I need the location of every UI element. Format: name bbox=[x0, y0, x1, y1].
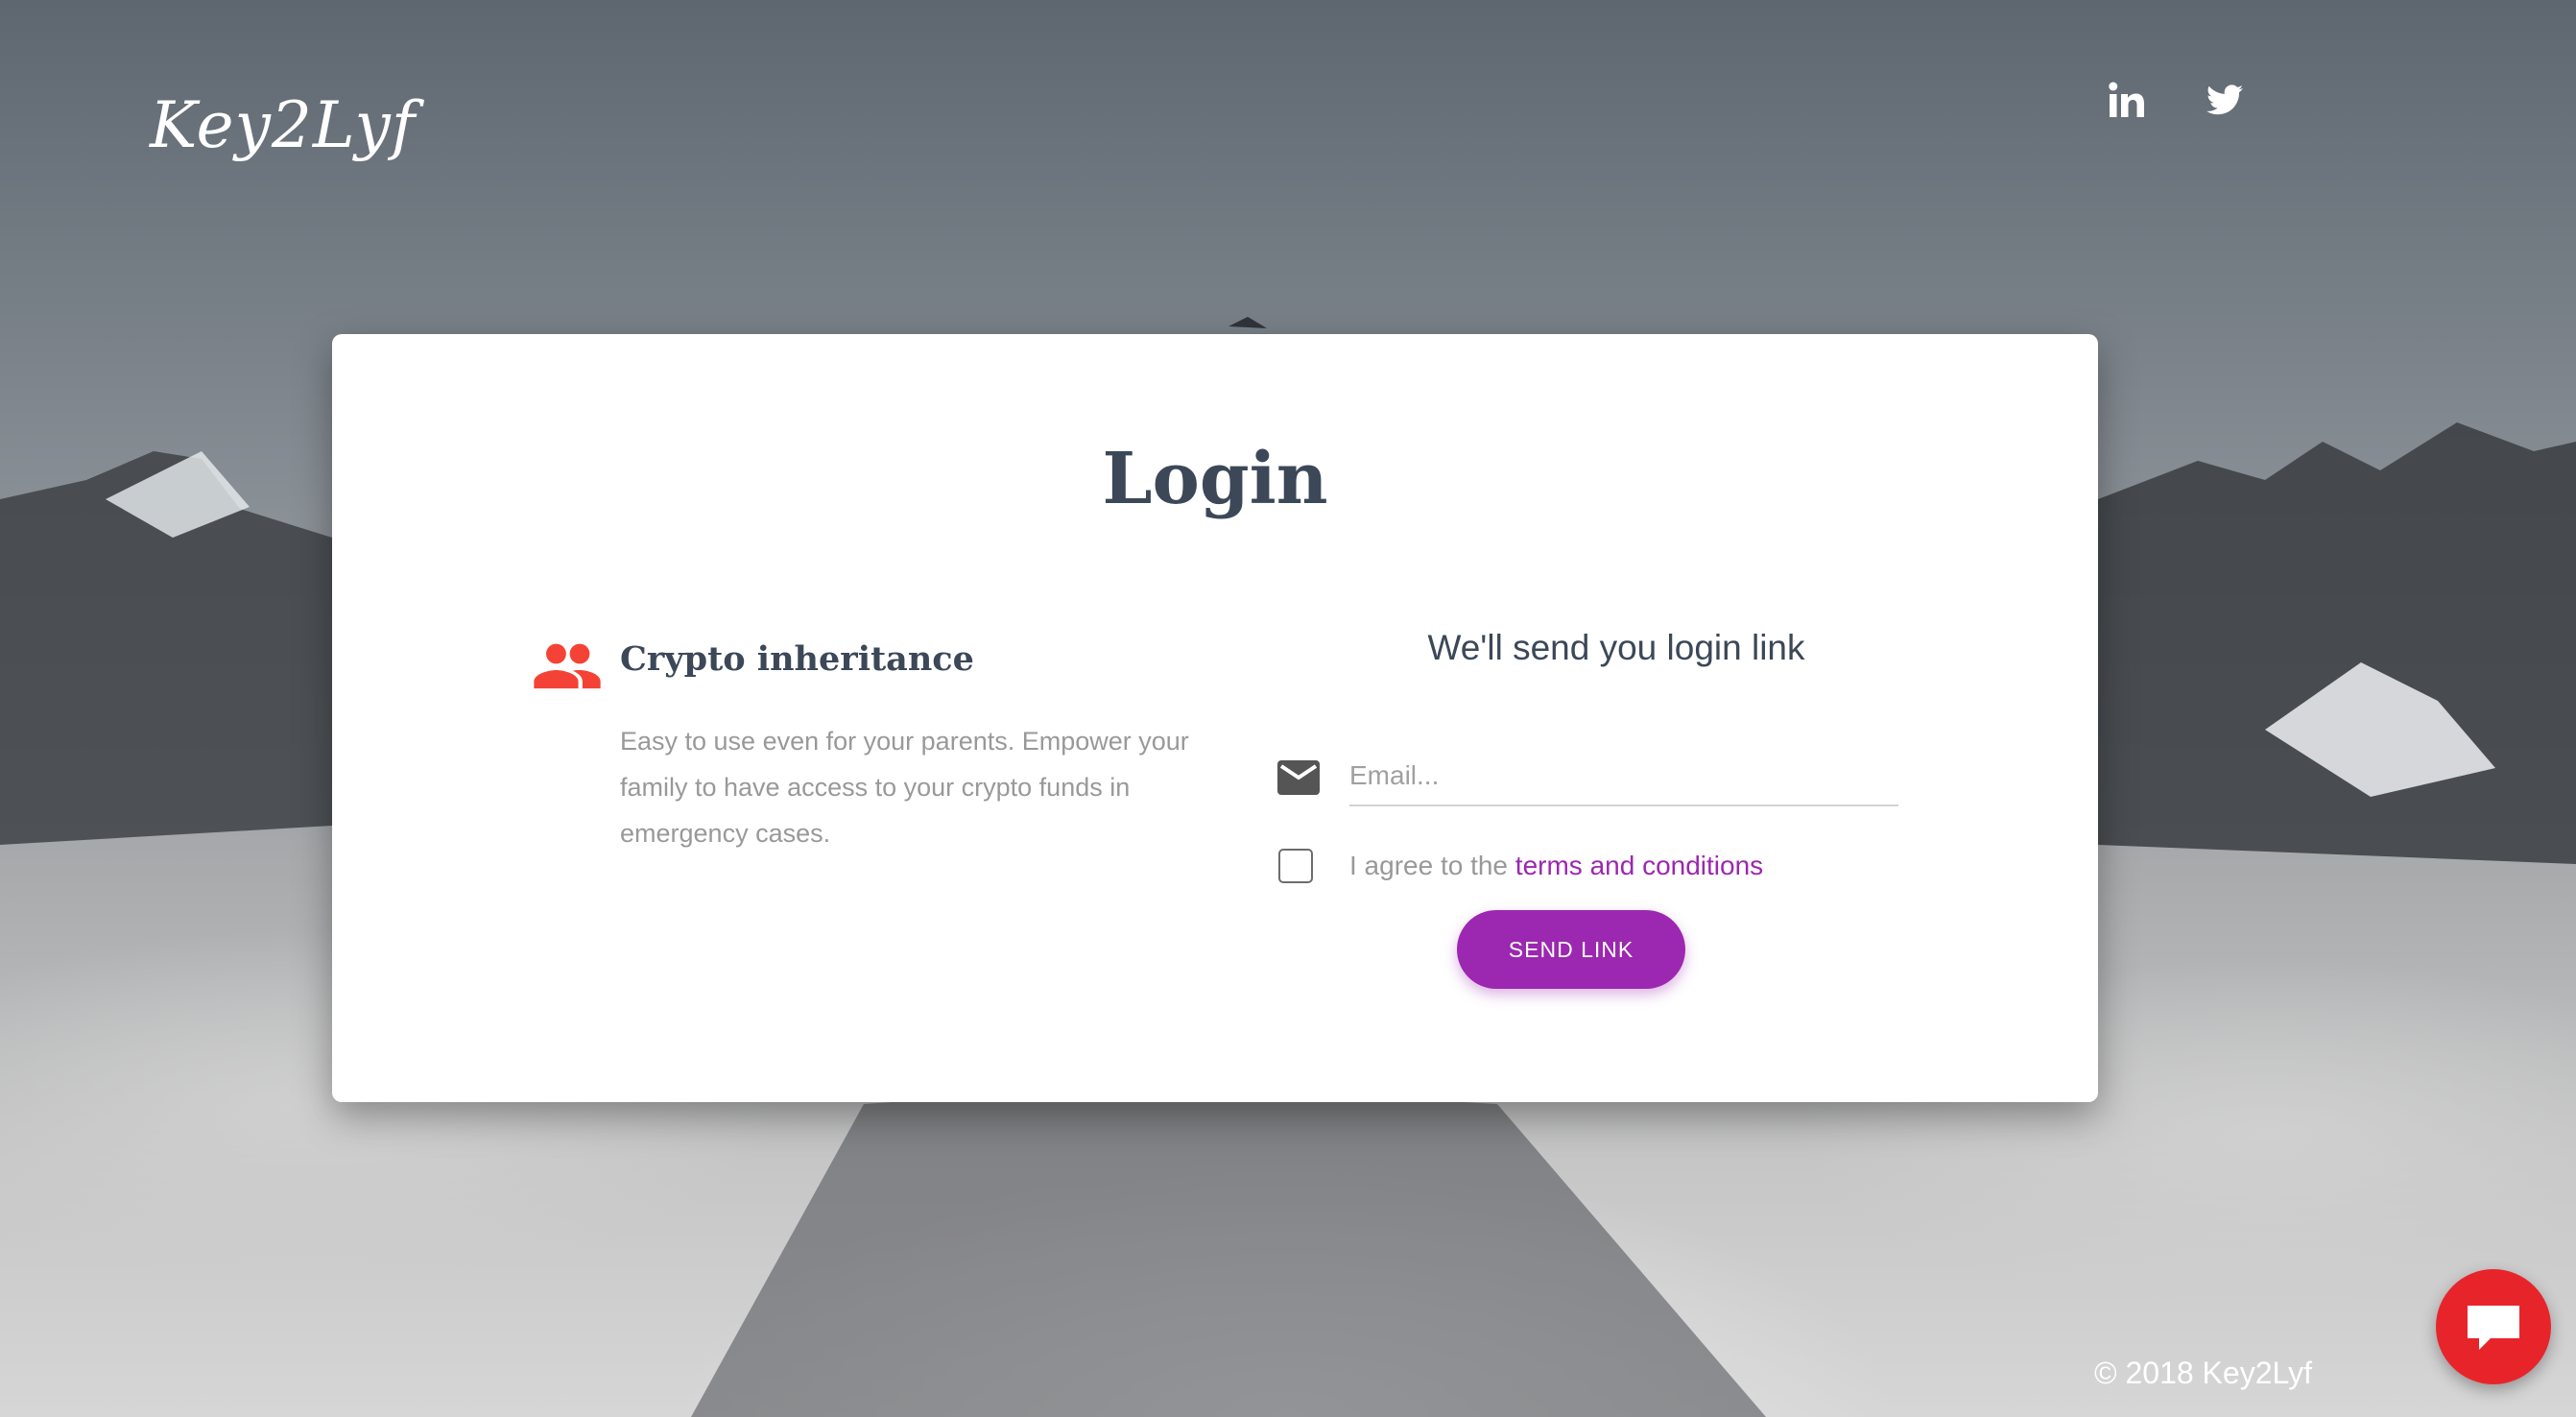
login-card: Login Crypto inheritance Easy to use eve… bbox=[332, 334, 2098, 1102]
chat-icon bbox=[2468, 1306, 2519, 1350]
twitter-link[interactable] bbox=[2198, 73, 2252, 127]
chat-button[interactable] bbox=[2436, 1269, 2551, 1384]
agree-checkbox[interactable] bbox=[1278, 849, 1313, 883]
feature-description: Easy to use even for your parents. Empow… bbox=[620, 727, 1189, 848]
twitter-icon bbox=[2206, 84, 2243, 115]
agree-label: I agree to the terms and conditions bbox=[1349, 849, 1763, 883]
people-icon bbox=[534, 643, 601, 689]
copyright: © 2018 Key2Lyf bbox=[2094, 1356, 2312, 1390]
mail-icon bbox=[1277, 760, 1320, 795]
email-input[interactable] bbox=[1349, 747, 1898, 806]
linkedin-link[interactable] bbox=[2100, 73, 2154, 127]
terms-link[interactable]: terms and conditions bbox=[1515, 851, 1763, 880]
feature-title: Crypto inheritance bbox=[620, 639, 974, 679]
linkedin-icon bbox=[2109, 82, 2144, 117]
social-links bbox=[0, 73, 2576, 127]
agree-prefix: I agree to the bbox=[1349, 851, 1515, 880]
form-heading: We'll send you login link bbox=[1427, 628, 1805, 667]
page-title: Login bbox=[1102, 438, 1328, 520]
send-link-button[interactable]: SEND LINK bbox=[1457, 910, 1685, 989]
